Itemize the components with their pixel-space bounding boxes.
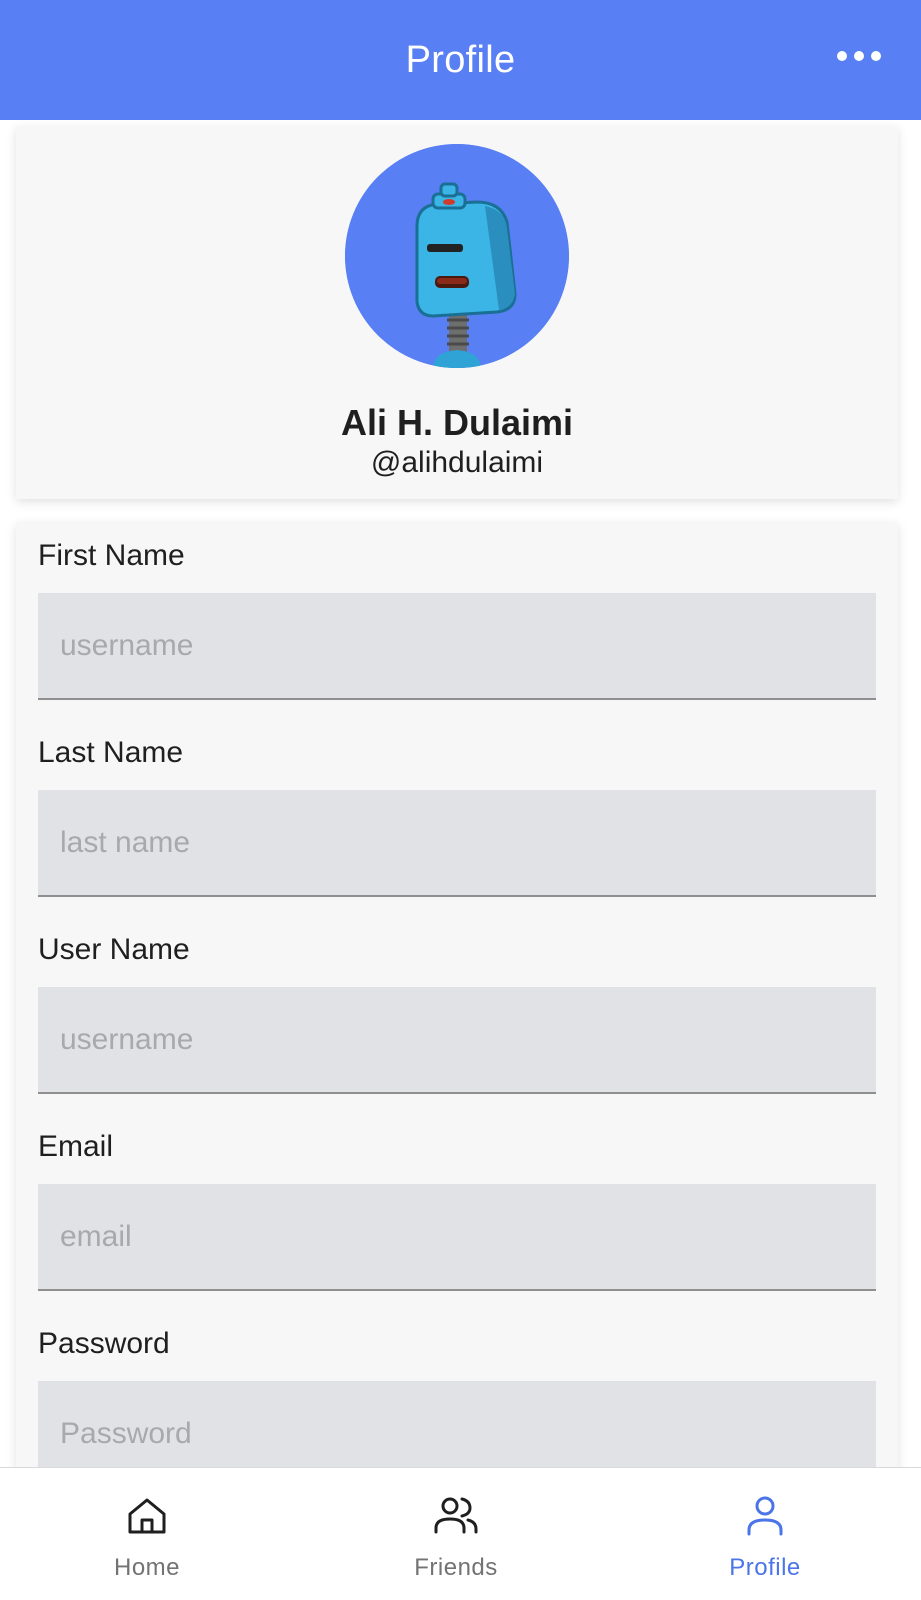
tab-friends[interactable]: Friends	[356, 1468, 556, 1600]
first-name-label: First Name	[38, 539, 185, 572]
profile-name: Ali H. Dulaimi	[340, 402, 574, 443]
tab-friends-label: Friends	[414, 1554, 498, 1581]
profile-card: Ali H. Dulaimi @alihdulaimi	[16, 126, 898, 499]
more-dot	[837, 51, 847, 61]
tab-profile-label: Profile	[729, 1554, 801, 1581]
user-name-label: User Name	[38, 933, 190, 966]
tab-home-label: Home	[113, 1554, 181, 1581]
last-name-field[interactable]	[38, 790, 876, 897]
profile-handle: @alihdulaimi	[370, 446, 544, 479]
app-header: Profile	[0, 0, 921, 120]
last-name-label: Last Name	[38, 736, 184, 769]
user-icon	[741, 1492, 789, 1540]
robot-avatar-icon	[345, 144, 569, 368]
tab-profile[interactable]: Profile	[665, 1468, 865, 1600]
user-name-field[interactable]	[38, 987, 876, 1094]
email-label: Email	[38, 1130, 114, 1163]
avatar[interactable]	[345, 144, 569, 368]
app: Profile Ali H. Dulaimi @alihdulaimi Firs…	[0, 0, 921, 1600]
more-dot	[854, 51, 864, 61]
users-icon	[432, 1492, 480, 1540]
tab-home[interactable]: Home	[47, 1468, 247, 1600]
email-field[interactable]	[38, 1184, 876, 1291]
tab-bar: Home Friends Profile	[0, 1467, 921, 1600]
more-options-icon[interactable]	[837, 44, 881, 68]
page-title: Profile	[405, 38, 516, 81]
more-dot	[871, 51, 881, 61]
profile-form: First Name Last Name User Name Email Pas…	[16, 522, 898, 1522]
password-label: Password	[38, 1327, 170, 1360]
first-name-field[interactable]	[38, 593, 876, 700]
home-icon	[123, 1492, 171, 1540]
